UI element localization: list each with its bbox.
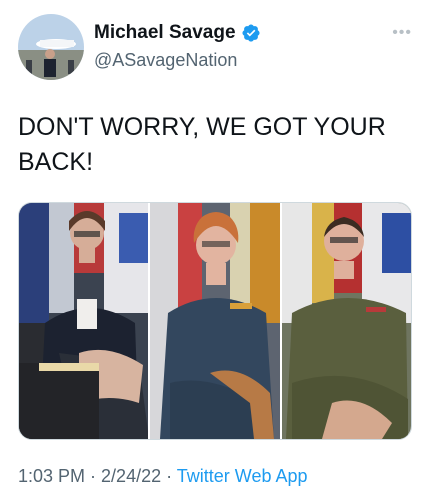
meta-separator: · [161,466,177,486]
tweet-text: DON'T WORRY, WE GOT YOUR BACK! [18,113,386,176]
author-handle[interactable]: @ASavageNation [94,50,261,71]
display-name-row: Michael Savage [94,22,261,44]
tweet-card: Michael Savage @ASavageNation ••• DON'T … [0,0,427,500]
tweet-source-link[interactable]: Twitter Web App [177,466,308,486]
media-grid [18,202,412,440]
more-options-icon[interactable]: ••• [392,25,412,41]
tweet-date[interactable]: 2/24/22 [101,466,161,486]
tweet-header: Michael Savage @ASavageNation ••• [18,14,418,84]
display-name[interactable]: Michael Savage [94,22,236,44]
photo-1[interactable] [19,203,149,439]
photo-2[interactable] [150,203,280,439]
tweet-time[interactable]: 1:03 PM [18,466,85,486]
author-names: Michael Savage @ASavageNation [94,22,261,71]
tweet-meta: 1:03 PM · 2/24/22 · Twitter Web App [18,466,308,487]
verified-badge-icon [241,23,261,43]
avatar[interactable] [18,14,84,80]
photo-3[interactable] [281,203,411,439]
meta-separator: · [85,466,102,486]
